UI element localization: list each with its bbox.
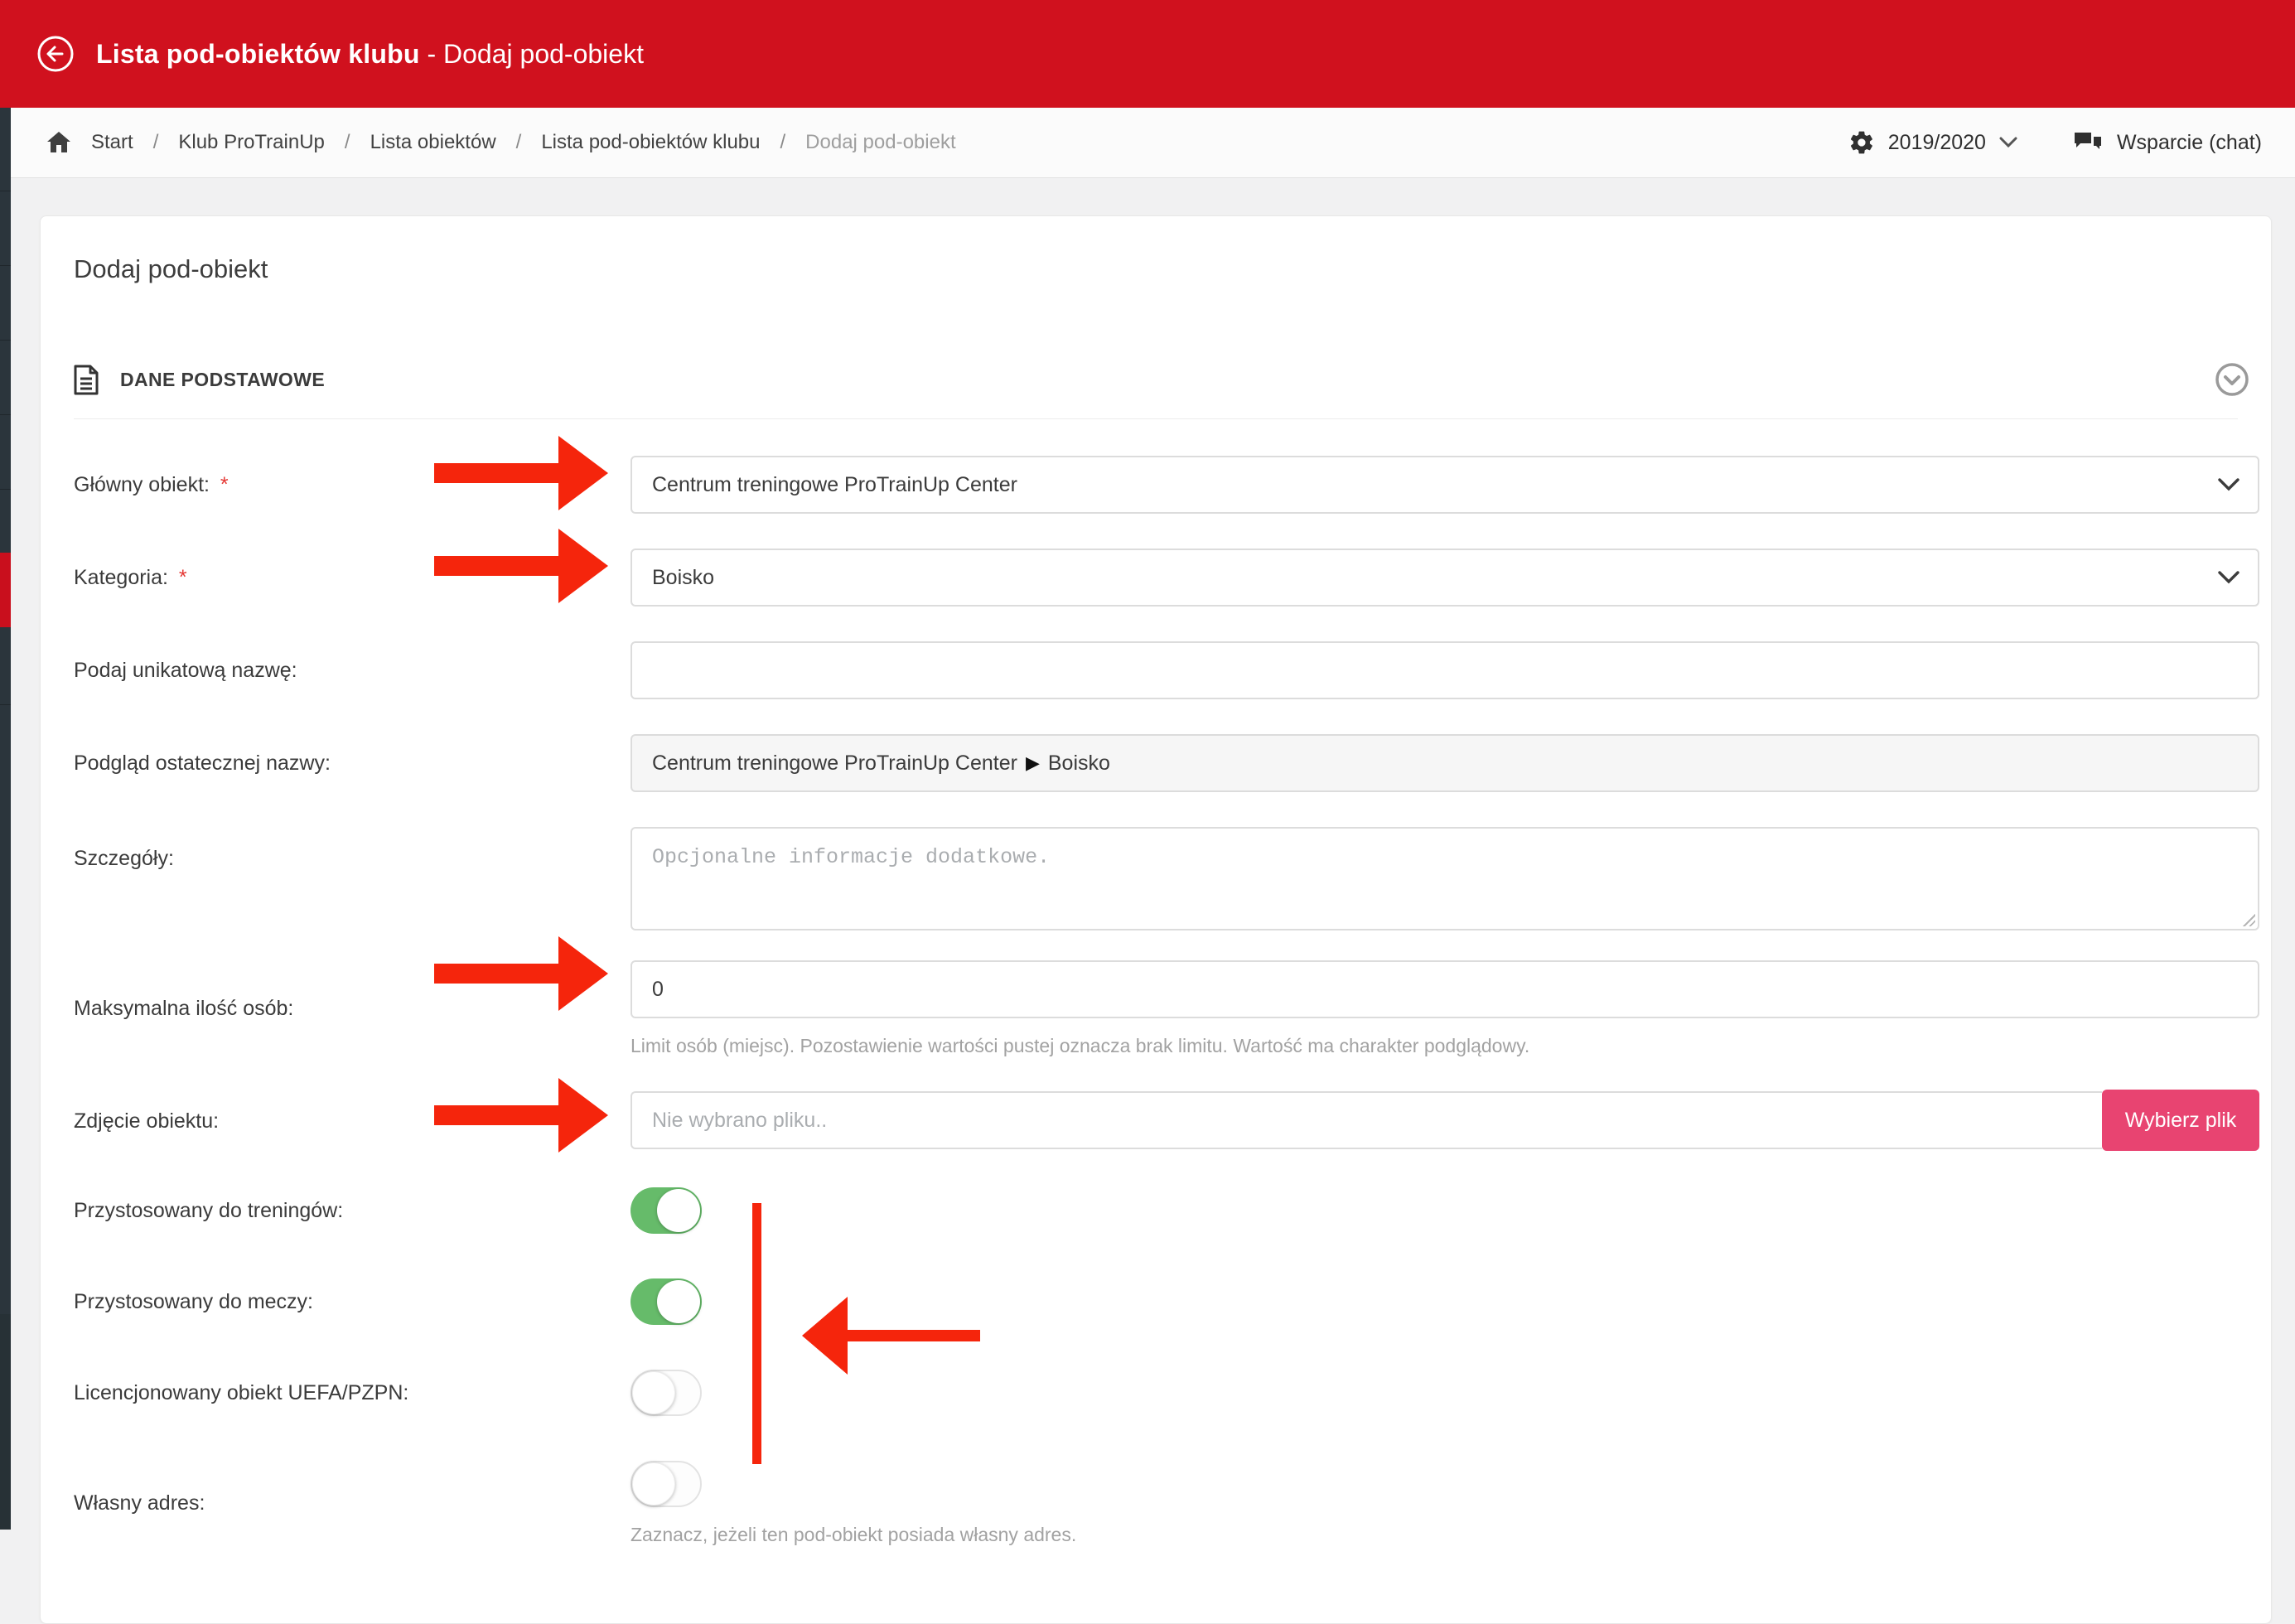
category-select[interactable]: Boisko (631, 549, 2259, 607)
breadcrumb-separator: / (516, 131, 522, 154)
max-persons-helper: Limit osób (miejsc). Pozostawienie warto… (631, 1035, 2259, 1056)
file-input[interactable]: Nie wybrano pliku.. (631, 1091, 2102, 1149)
chevron-down-icon (2218, 571, 2239, 584)
breadcrumb-item-klub[interactable]: Klub ProTrainUp (178, 131, 325, 154)
field-label: Maksymalna ilość osób: (74, 997, 293, 1020)
chat-icon (2074, 130, 2102, 155)
field-row-mecze: Przystosowany do meczy: (74, 1278, 2259, 1325)
uefa-license-toggle[interactable] (631, 1370, 702, 1416)
app-header: Lista pod-obiektów klubu - Dodaj pod-obi… (0, 0, 2295, 108)
required-mark: * (220, 473, 229, 496)
details-textarea[interactable] (631, 827, 2259, 930)
field-label: Główny obiekt: (74, 473, 210, 496)
header-title: Lista pod-obiektów klubu (96, 39, 420, 70)
field-row-kategoria: Kategoria: * Boisko (74, 549, 2259, 607)
season-value: 2019/2020 (1888, 131, 1986, 155)
back-arrow-circle-icon[interactable] (36, 35, 75, 73)
final-name-sub: Boisko (1048, 752, 1110, 776)
unique-name-input[interactable] (631, 641, 2259, 699)
gear-icon (1848, 129, 1875, 156)
matches-toggle[interactable] (631, 1278, 702, 1325)
breadcrumb-bar: Start / Klub ProTrainUp / Lista obiektów… (0, 108, 2295, 178)
field-row-unikatowa-nazwa: Podaj unikatową nazwę: (74, 641, 2259, 699)
own-address-helper: Zaznacz, jeżeli ten pod-obiekt posiada w… (631, 1524, 2259, 1545)
support-chat-link[interactable]: Wsparcie (chat) (2074, 130, 2262, 155)
form-card: Dodaj pod-obiekt DANE PODSTAWOWE Główny … (40, 215, 2272, 1624)
field-label: Podgląd ostatecznej nazwy: (74, 752, 331, 775)
section-header-dane-podstawowe: DANE PODSTAWOWE (74, 362, 2249, 397)
max-persons-input[interactable] (631, 960, 2259, 1018)
field-row-licencja: Licencjonowany obiekt UEFA/PZPN: (74, 1370, 2259, 1416)
field-label: Licencjonowany obiekt UEFA/PZPN: (74, 1381, 408, 1404)
field-row-szczegoly: Szczegóły: (74, 827, 2259, 935)
section-divider (74, 418, 2238, 419)
required-mark: * (179, 566, 187, 589)
support-label: Wsparcie (chat) (2117, 131, 2262, 155)
trainings-toggle[interactable] (631, 1187, 702, 1234)
header-separator: - (420, 39, 443, 70)
field-label: Własny adres: (74, 1491, 205, 1515)
page-title: Dodaj pod-obiekt (74, 254, 2271, 284)
toggle-knob (657, 1189, 700, 1232)
section-title: DANE PODSTAWOWE (120, 369, 325, 391)
field-row-podglad-nazwy: Podgląd ostatecznej nazwy: Centrum treni… (74, 734, 2259, 792)
field-label: Przystosowany do treningów: (74, 1199, 343, 1222)
breadcrumb-item-start[interactable]: Start (91, 131, 133, 154)
chevron-down-icon (2218, 478, 2239, 491)
main-object-select[interactable]: Centrum treningowe ProTrainUp Center (631, 456, 2259, 514)
collapse-section-icon[interactable] (2215, 362, 2249, 397)
document-icon (74, 365, 99, 395)
field-row-wlasny-adres: Własny adres: Zaznacz, jeżeli ten pod-ob… (74, 1461, 2259, 1545)
play-triangle-icon: ▶ (1026, 752, 1040, 774)
breadcrumb: Start / Klub ProTrainUp / Lista obiektów… (46, 131, 956, 154)
header-page-title: Dodaj pod-obiekt (443, 39, 644, 70)
choose-file-button[interactable]: Wybierz plik (2102, 1090, 2259, 1151)
breadcrumb-item-lista-pod-obiektow[interactable]: Lista pod-obiektów klubu (541, 131, 760, 154)
field-row-treningi: Przystosowany do treningów: (74, 1187, 2259, 1234)
breadcrumb-separator: / (153, 131, 159, 154)
file-input-placeholder: Nie wybrano pliku.. (652, 1109, 827, 1133)
main-object-selected-value: Centrum treningowe ProTrainUp Center (652, 473, 1017, 497)
final-name-preview: Centrum treningowe ProTrainUp Center ▶ B… (631, 734, 2259, 792)
season-selector[interactable]: 2019/2020 (1848, 129, 2017, 156)
field-row-glowny-obiekt: Główny obiekt: * Centrum treningowe ProT… (74, 456, 2259, 514)
toggle-knob (657, 1280, 700, 1323)
category-selected-value: Boisko (652, 566, 714, 590)
field-row-zdjecie: Zdjęcie obiektu: Nie wybrano pliku.. Wyb… (74, 1091, 2259, 1151)
chevron-down-icon (1999, 137, 2017, 148)
breadcrumb-separator: / (780, 131, 786, 154)
own-address-toggle[interactable] (631, 1461, 702, 1507)
field-label: Przystosowany do meczy: (74, 1290, 313, 1313)
toggle-knob (632, 1462, 675, 1506)
field-label: Szczegóły: (74, 847, 174, 870)
breadcrumb-item-lista-obiektow[interactable]: Lista obiektów (370, 131, 496, 154)
sidebar-active-item-marker (0, 553, 11, 627)
final-name-main: Centrum treningowe ProTrainUp Center (652, 752, 1017, 776)
field-label: Podaj unikatową nazwę: (74, 659, 297, 682)
field-label: Zdjęcie obiektu: (74, 1109, 219, 1133)
field-row-maks-ilosc: Maksymalna ilość osób: Limit osób (miejs… (74, 960, 2259, 1056)
breadcrumb-item-current: Dodaj pod-obiekt (805, 131, 955, 154)
field-label: Kategoria: (74, 566, 168, 589)
toggle-knob (632, 1371, 675, 1414)
breadcrumb-separator: / (345, 131, 350, 154)
sidebar-collapsed-edge[interactable] (0, 108, 11, 1530)
home-icon[interactable] (46, 131, 71, 154)
